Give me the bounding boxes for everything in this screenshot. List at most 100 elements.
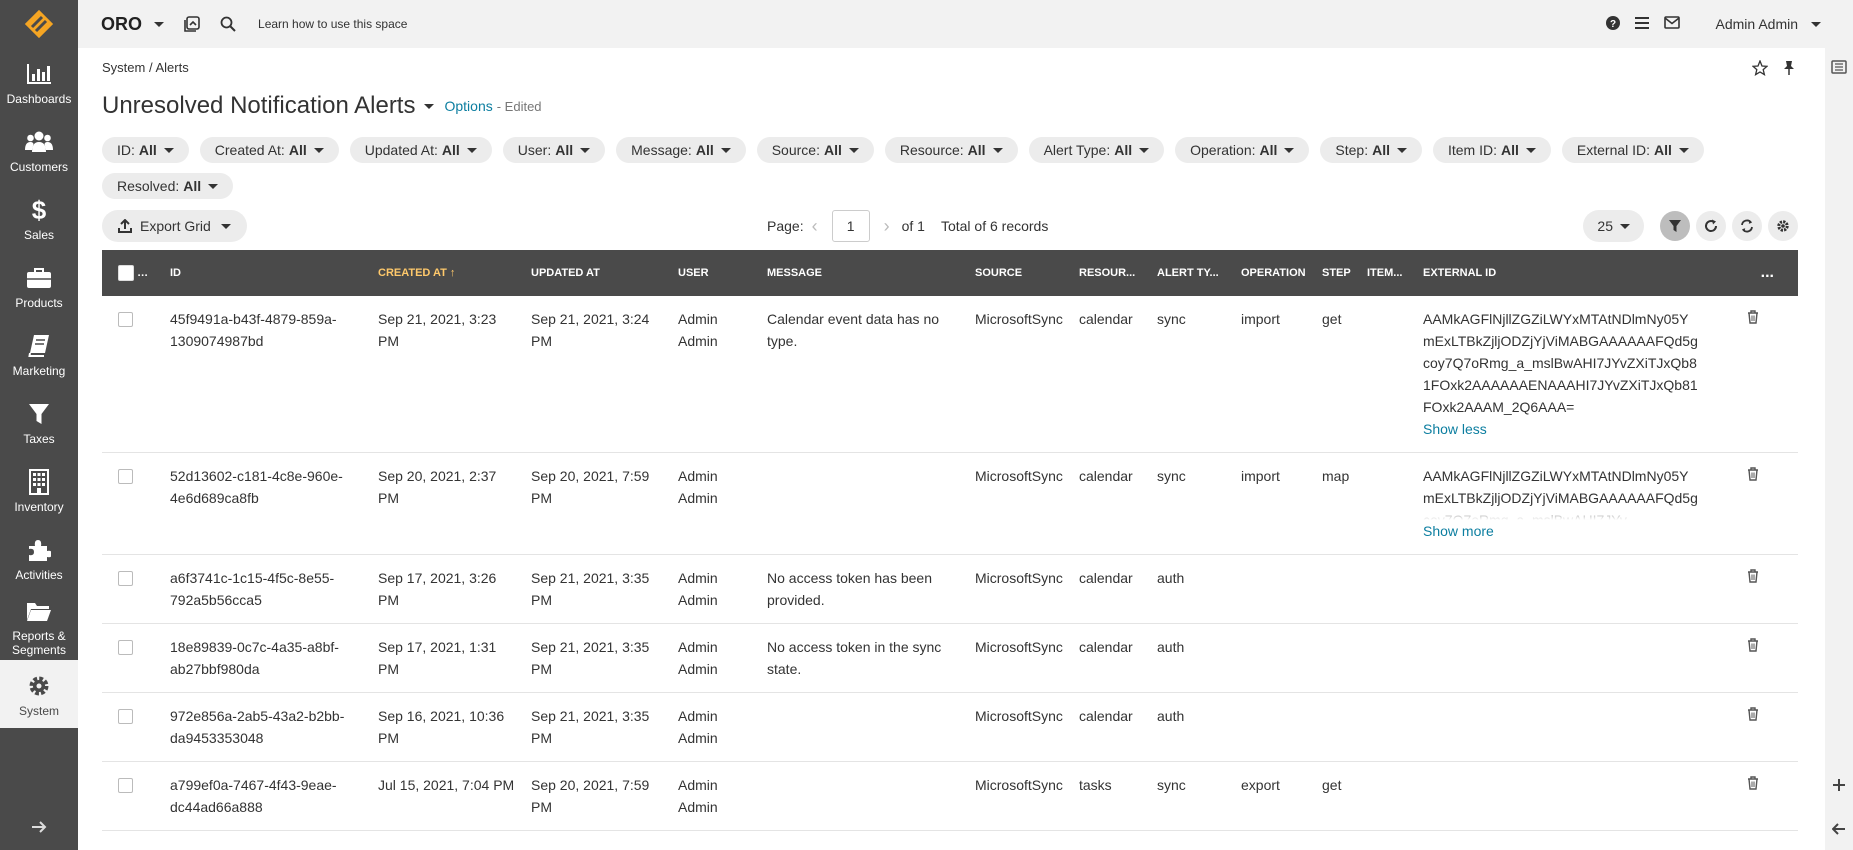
chevron-down-icon [1284,147,1295,153]
chevron-down-icon[interactable] [145,270,156,276]
filter-resource[interactable]: Resource: All [884,137,1018,163]
email-button[interactable] [1663,16,1680,32]
oro-logo[interactable] [0,0,78,48]
filter-user[interactable]: User: All [502,137,606,163]
sidebar-item-sales[interactable]: $ Sales [0,184,78,252]
table-row[interactable]: a799ef0a-7467-4f43-9eae-dc44ad66a888 Jul … [102,761,1798,831]
column-header-created-at[interactable]: Created At ↑ [370,250,523,296]
filter-updated-at[interactable]: Updated At: All [349,137,492,163]
sidebar-item-inventory[interactable]: Inventory [0,456,78,524]
help-button[interactable]: ? [1605,15,1620,33]
row-checkbox[interactable] [118,778,133,793]
filters-toggle-button[interactable] [1660,211,1690,241]
column-header-operation[interactable]: Operation [1233,250,1314,296]
gear-icon [1777,220,1789,232]
select-all-checkbox[interactable] [118,265,134,281]
sidebar-item-reports-segments[interactable]: Reports & Segments [0,592,78,660]
delete-button[interactable] [1747,776,1759,793]
row-checkbox[interactable] [118,640,133,655]
page-number-input[interactable] [831,210,870,242]
svg-text:?: ? [1609,19,1615,30]
history-button[interactable] [184,16,200,32]
select-all-header[interactable] [102,250,162,296]
list-icon [1634,16,1649,29]
collapse-sidebar-button[interactable] [0,812,78,842]
filter-message[interactable]: Message: All [616,137,746,163]
row-select-cell[interactable] [102,296,162,453]
grid-options-link[interactable]: Options [444,98,492,114]
column-header-source[interactable]: Source [967,250,1071,296]
row-select-cell[interactable] [102,623,162,693]
favorite-button[interactable] [1751,59,1769,79]
column-header-item-id[interactable]: Item... [1359,250,1415,296]
sidebar-item-marketing[interactable]: Marketing [0,320,78,388]
row-select-cell[interactable] [102,692,162,762]
reset-button[interactable] [1732,211,1762,241]
sidebar-panel-button[interactable] [1831,60,1847,77]
refresh-button[interactable] [1696,211,1726,241]
table-row[interactable]: a6f3741c-1c15-4f5c-8e55-792a5b56cca5 Sep … [102,554,1798,624]
sidebar-item-dashboards[interactable]: Dashboards [0,48,78,116]
expand-right-sidebar-button[interactable] [1831,822,1846,838]
column-header-message[interactable]: Message [759,250,967,296]
row-select-cell[interactable] [102,452,162,555]
shortcuts-button[interactable] [1634,16,1650,33]
sidebar-item-products[interactable]: Products [0,252,78,320]
arrow-left-icon [1831,823,1845,835]
delete-button[interactable] [1747,467,1759,484]
export-grid-button[interactable]: Export Grid [102,210,247,242]
chevron-down-icon [992,147,1003,153]
table-row[interactable]: 972e856a-2ab5-43a2-b2bb-da9453353048 Sep … [102,692,1798,762]
column-header-external-id[interactable]: External ID [1415,250,1707,296]
brand-menu[interactable]: ORO [101,14,165,35]
column-header-step[interactable]: Step [1314,250,1359,296]
delete-button[interactable] [1747,638,1759,655]
filter-resolved[interactable]: Resolved: All [102,173,234,199]
table-row[interactable]: 18e89839-0c7c-4a35-a8bf-ab27bbf980da Sep … [102,623,1798,693]
sidebar-item-taxes[interactable]: Taxes [0,388,78,456]
chevron-down-icon [1525,147,1536,153]
page-size-select[interactable]: 25 [1583,210,1644,242]
filter-step[interactable]: Step: All [1320,137,1422,163]
row-checkbox[interactable] [118,571,133,586]
row-checkbox[interactable] [118,469,133,484]
filter-label: Step: [1335,142,1369,158]
learn-link[interactable]: Learn how to use this space [258,17,407,31]
column-header-user[interactable]: User [670,250,759,296]
filter-external-id[interactable]: External ID: All [1561,137,1704,163]
filter-alert-type[interactable]: Alert Type: All [1028,137,1165,163]
filter-source[interactable]: Source: All [756,137,874,163]
row-select-cell[interactable] [102,554,162,624]
user-menu[interactable]: Admin Admin [1716,16,1821,32]
column-header-id[interactable]: ID [162,250,370,296]
column-header-alert-type[interactable]: Alert Ty... [1149,250,1233,296]
next-page-icon[interactable]: › [884,216,890,237]
column-header-resource[interactable]: Resour... [1071,250,1149,296]
sidebar-item-activities[interactable]: Activities [0,524,78,592]
table-row[interactable]: 45f9491a-b43f-4879-859a-1309074987bd Sep … [102,296,1798,453]
filter-created-at[interactable]: Created At: All [199,137,339,163]
show-more-link[interactable]: Show more [1423,520,1699,542]
delete-button[interactable] [1747,569,1759,586]
grid-views-dropdown-icon[interactable] [424,103,435,109]
row-checkbox[interactable] [118,312,133,327]
search-button[interactable] [220,16,236,32]
cell-step: get [1314,296,1359,453]
show-less-link[interactable]: Show less [1423,418,1699,440]
column-header-updated-at[interactable]: Updated At [523,250,670,296]
table-row[interactable]: 52d13602-c181-4c8e-960e-4e6d689ca8fb Sep … [102,452,1798,555]
filter-operation[interactable]: Operation: All [1175,137,1310,163]
row-select-cell[interactable] [102,761,162,831]
filter-item-id[interactable]: Item ID: All [1432,137,1551,163]
prev-page-icon[interactable]: ‹ [812,216,818,237]
add-widget-button[interactable] [1833,778,1845,794]
columns-menu-button[interactable]: ... [1707,250,1798,296]
sidebar-item-customers[interactable]: Customers [0,116,78,184]
delete-button[interactable] [1747,707,1759,724]
row-checkbox[interactable] [118,709,133,724]
delete-button[interactable] [1747,310,1759,327]
filter-id[interactable]: ID: All [102,137,189,163]
sidebar-item-system[interactable]: System [0,660,78,728]
grid-settings-button[interactable] [1768,211,1798,241]
pin-button[interactable] [1782,60,1796,79]
